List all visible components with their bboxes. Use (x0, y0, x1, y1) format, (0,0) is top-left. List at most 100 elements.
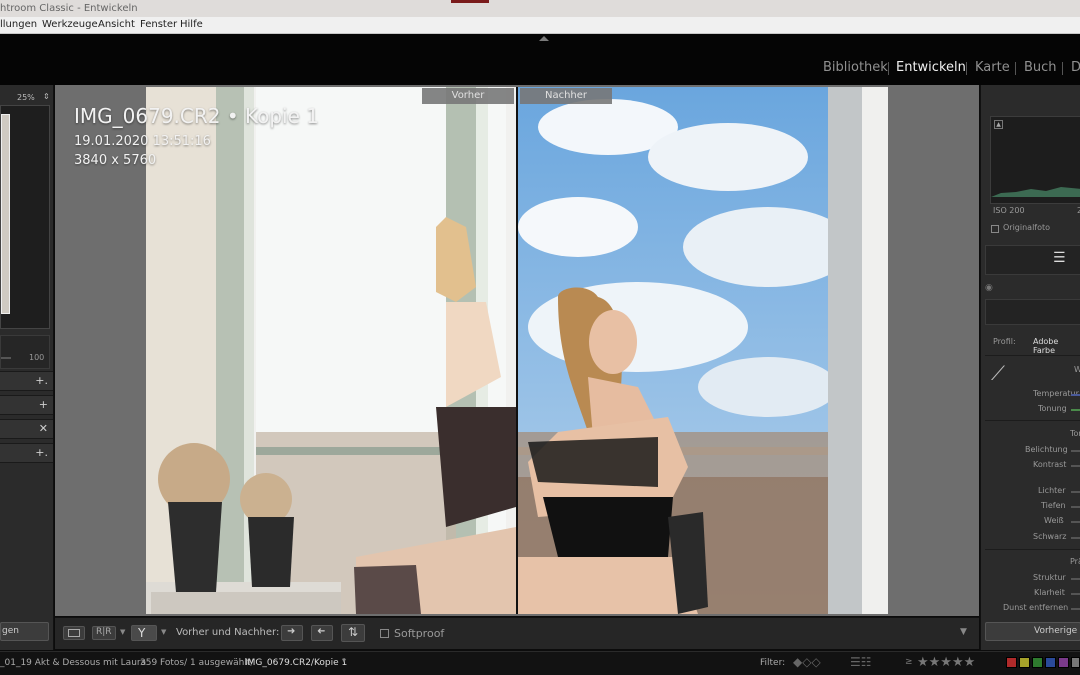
color-label-green[interactable] (1032, 657, 1043, 668)
menu-fenster[interactable]: Fenster (140, 17, 177, 33)
histogram[interactable]: ▲ ISO 200 2 (990, 116, 1080, 215)
previous-settings-button[interactable]: Vorherige (985, 622, 1080, 641)
basic-panel-header[interactable] (985, 299, 1080, 325)
navigator-preview[interactable] (0, 105, 50, 329)
before-after-view-button[interactable]: R|R (92, 626, 116, 640)
develop-toolbar: R|R ▼ Y ▼ Vorher und Nachher: ➜ ➜ ⇅ Soft… (55, 617, 979, 649)
exposure-slider[interactable] (1071, 450, 1080, 452)
divider (985, 355, 1080, 356)
right-panel: ▲ ISO 200 2 Originalfoto ☰ ◉ Profil: Ado… (980, 85, 1080, 650)
highlights-label: Lichter (1038, 486, 1066, 495)
add-icon[interactable]: +. (35, 374, 48, 387)
view-mode-dropdown-icon[interactable]: ▼ (120, 628, 125, 636)
module-bibliothek[interactable]: Bibliothek (823, 59, 888, 77)
profile-value[interactable]: Adobe Farbe (1033, 337, 1080, 355)
color-label-yellow[interactable] (1019, 657, 1030, 668)
softproof-checkbox[interactable] (380, 629, 389, 638)
menu-einstellungen[interactable]: llungen (0, 17, 37, 33)
module-separator (1062, 62, 1063, 75)
texture-slider[interactable] (1071, 578, 1080, 580)
color-label-red[interactable] (1006, 657, 1017, 668)
blacks-label: Schwarz (1033, 532, 1067, 541)
toolbar-menu-icon[interactable]: ▼ (960, 627, 967, 637)
navigator-thumbnail (1, 114, 10, 314)
rating-operator[interactable]: ≥ (905, 657, 913, 667)
loupe-view-button[interactable] (63, 626, 85, 640)
before-label: Vorher (422, 88, 514, 104)
panel-section-history[interactable]: ✕ (0, 419, 53, 439)
swap-icon: ⇅ (348, 625, 359, 639)
sliders-icon[interactable]: ☰ (1053, 250, 1066, 266)
blacks-slider[interactable] (1071, 537, 1080, 539)
filmstrip-current-file[interactable]: IMG_0679.CR2/Kopie 1 (245, 658, 347, 668)
add-icon[interactable]: + (39, 398, 48, 411)
flag-filter-icons[interactable]: ◆◇◇ (793, 655, 821, 669)
filter-label: Filter: (760, 658, 786, 668)
divider (985, 420, 1080, 421)
contrast-slider[interactable] (1071, 465, 1080, 467)
contrast-label: Kontrast (1033, 460, 1067, 469)
filmstrip-folder[interactable]: _01_19 Akt & Dessous mit Laura (0, 658, 146, 668)
white-balance-picker-icon[interactable]: ⟋ (991, 361, 1005, 385)
shadows-slider[interactable] (1071, 506, 1080, 508)
panel-slider-track[interactable] (1, 357, 11, 359)
close-icon[interactable]: ✕ (39, 422, 48, 435)
shadow-clipping-icon[interactable]: ▲ (994, 120, 1003, 129)
module-karte[interactable]: Karte (975, 59, 1010, 77)
before-photo[interactable] (146, 87, 516, 614)
add-icon[interactable]: +. (35, 446, 48, 459)
after-photo[interactable] (518, 87, 888, 614)
dehaze-slider[interactable] (1071, 608, 1080, 610)
filmstrip-dropdown-icon[interactable]: ▾ (342, 656, 346, 665)
split-view-button[interactable]: Y (131, 625, 157, 641)
module-buch[interactable]: Buch (1024, 59, 1057, 77)
menu-werkzeuge[interactable]: Werkzeuge (42, 17, 98, 33)
eye-icon[interactable]: ◉ (985, 283, 993, 293)
overlay-dimensions: 3840 x 5760 (74, 153, 157, 168)
rating-filter-stars-icon[interactable]: ★★★★★ (917, 655, 975, 670)
zoom-stepper-icon[interactable]: ⇕ (43, 92, 50, 101)
swap-before-after-button[interactable]: ⇅ (341, 624, 365, 642)
menu-hilfe[interactable]: Hilfe (180, 17, 203, 33)
titlebar-accent (451, 0, 489, 3)
dehaze-label: Dunst entfernen (1003, 603, 1069, 612)
import-settings-button[interactable]: gen (0, 622, 49, 641)
color-label-purple[interactable] (1058, 657, 1069, 668)
color-label-blue[interactable] (1045, 657, 1056, 668)
navigator-zoom[interactable]: 25% (17, 93, 35, 102)
originalfoto-label: Originalfoto (1003, 223, 1051, 232)
after-label: Nachher (520, 88, 612, 104)
histogram-slider-box: 100 (0, 335, 50, 369)
window-title: htroom Classic - Entwickeln (0, 3, 138, 14)
copy-after-to-before-button[interactable]: ➜ (311, 625, 333, 641)
window-titlebar: htroom Classic - Entwickeln (0, 0, 1080, 17)
panel-section-collections[interactable]: +. (0, 443, 53, 463)
menu-ansicht[interactable]: Ansicht (98, 17, 135, 33)
tint-slider[interactable] (1071, 409, 1080, 411)
originalfoto-checkbox[interactable] (991, 225, 999, 233)
whites-slider[interactable] (1071, 521, 1080, 523)
color-label-gray[interactable] (1071, 657, 1080, 668)
temperature-slider[interactable] (1071, 394, 1080, 396)
panel-section-presets[interactable]: +. (0, 371, 53, 391)
collapse-top-panel-icon[interactable] (539, 36, 549, 41)
arrow-left-icon: ➜ (317, 626, 326, 637)
copy-before-to-after-button[interactable]: ➜ (281, 625, 303, 641)
panel-section-snapshots[interactable]: + (0, 395, 53, 415)
overlay-capture-date: 19.01.2020 13:51:16 (74, 134, 211, 149)
clarity-slider[interactable] (1071, 593, 1080, 595)
before-after-divider[interactable] (516, 87, 518, 614)
edit-tools-strip: ☰ (985, 245, 1080, 275)
white-balance-heading: W (1074, 365, 1080, 374)
module-diashow[interactable]: D (1071, 59, 1080, 77)
split-dropdown-icon[interactable]: ▼ (161, 628, 166, 636)
menu-bar: llungen Werkzeuge Ansicht Fenster Hilfe (0, 17, 1080, 34)
filmstrip-bar: _01_19 Akt & Dessous mit Laura 359 Fotos… (0, 651, 1080, 675)
profile-label: Profil: (993, 337, 1016, 346)
clarity-label: Klarheit (1034, 588, 1065, 597)
texture-label: Struktur (1033, 573, 1066, 582)
highlights-slider[interactable] (1071, 491, 1080, 493)
module-entwickeln[interactable]: Entwickeln (896, 59, 966, 77)
virtual-copy-filter-icons[interactable]: ☰☷ (850, 655, 872, 669)
arrow-right-icon: ➜ (287, 626, 296, 637)
